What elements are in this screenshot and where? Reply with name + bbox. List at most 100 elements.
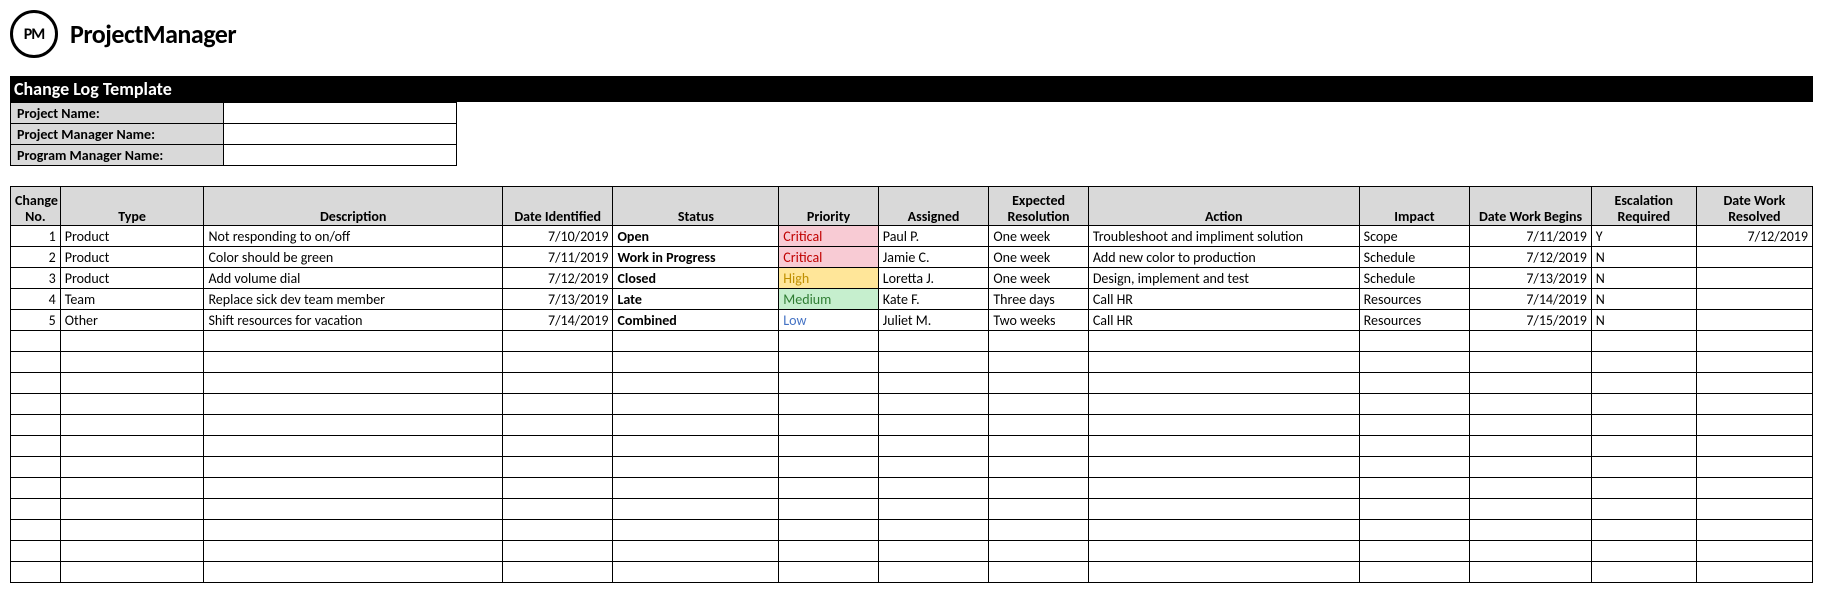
table-row[interactable]: 5OtherShift resources for vacation7/14/2… (11, 310, 1813, 331)
table-row-empty[interactable] (11, 331, 1813, 352)
cell-empty[interactable] (613, 520, 779, 541)
cell-empty[interactable] (779, 394, 878, 415)
cell-empty[interactable] (1470, 520, 1592, 541)
cell-status[interactable]: Work in Progress (613, 247, 779, 268)
cell-description[interactable]: Color should be green (204, 247, 502, 268)
cell-description[interactable]: Add volume dial (204, 268, 502, 289)
cell-empty[interactable] (989, 352, 1088, 373)
cell-type[interactable]: Team (60, 289, 204, 310)
cell-empty[interactable] (989, 457, 1088, 478)
cell-empty[interactable] (989, 331, 1088, 352)
cell-empty[interactable] (1591, 436, 1696, 457)
cell-empty[interactable] (11, 373, 61, 394)
cell-empty[interactable] (878, 457, 989, 478)
cell-no[interactable]: 2 (11, 247, 61, 268)
cell-empty[interactable] (1696, 541, 1812, 562)
cell-empty[interactable] (1591, 562, 1696, 583)
cell-empty[interactable] (1591, 394, 1696, 415)
cell-priority[interactable]: Medium (779, 289, 878, 310)
cell-description[interactable]: Not responding to on/off (204, 226, 502, 247)
cell-empty[interactable] (204, 415, 502, 436)
cell-empty[interactable] (204, 520, 502, 541)
cell-empty[interactable] (779, 478, 878, 499)
cell-empty[interactable] (613, 352, 779, 373)
table-row-empty[interactable] (11, 499, 1813, 520)
cell-empty[interactable] (989, 541, 1088, 562)
cell-empty[interactable] (1470, 436, 1592, 457)
cell-empty[interactable] (11, 331, 61, 352)
cell-empty[interactable] (878, 352, 989, 373)
cell-impact[interactable]: Resources (1359, 310, 1470, 331)
cell-date_work_begins[interactable]: 7/12/2019 (1470, 247, 1592, 268)
table-row[interactable]: 1ProductNot responding to on/off7/10/201… (11, 226, 1813, 247)
cell-empty[interactable] (1470, 478, 1592, 499)
cell-empty[interactable] (989, 373, 1088, 394)
cell-date_work_resolved[interactable] (1696, 310, 1812, 331)
cell-empty[interactable] (1088, 541, 1359, 562)
cell-empty[interactable] (502, 478, 613, 499)
cell-empty[interactable] (989, 436, 1088, 457)
cell-empty[interactable] (502, 352, 613, 373)
cell-empty[interactable] (613, 394, 779, 415)
table-row-empty[interactable] (11, 436, 1813, 457)
table-row[interactable]: 4TeamReplace sick dev team member7/13/20… (11, 289, 1813, 310)
cell-empty[interactable] (502, 331, 613, 352)
table-row-empty[interactable] (11, 352, 1813, 373)
cell-empty[interactable] (60, 478, 204, 499)
cell-action[interactable]: Troubleshoot and impliment solution (1088, 226, 1359, 247)
cell-empty[interactable] (1088, 331, 1359, 352)
meta-value[interactable] (224, 103, 457, 124)
cell-empty[interactable] (1088, 520, 1359, 541)
cell-no[interactable]: 3 (11, 268, 61, 289)
table-row-empty[interactable] (11, 562, 1813, 583)
table-row-empty[interactable] (11, 457, 1813, 478)
cell-empty[interactable] (779, 499, 878, 520)
cell-empty[interactable] (878, 415, 989, 436)
cell-empty[interactable] (1088, 436, 1359, 457)
cell-empty[interactable] (613, 415, 779, 436)
cell-expected_resolution[interactable]: Three days (989, 289, 1088, 310)
cell-empty[interactable] (878, 562, 989, 583)
cell-empty[interactable] (779, 436, 878, 457)
cell-empty[interactable] (989, 520, 1088, 541)
cell-action[interactable]: Design, implement and test (1088, 268, 1359, 289)
cell-empty[interactable] (1470, 562, 1592, 583)
cell-empty[interactable] (11, 436, 61, 457)
cell-empty[interactable] (11, 352, 61, 373)
meta-value[interactable] (224, 124, 457, 145)
cell-assigned[interactable]: Kate F. (878, 289, 989, 310)
cell-empty[interactable] (1696, 457, 1812, 478)
cell-empty[interactable] (779, 457, 878, 478)
cell-empty[interactable] (1359, 457, 1470, 478)
cell-status[interactable]: Open (613, 226, 779, 247)
cell-empty[interactable] (1359, 520, 1470, 541)
cell-empty[interactable] (613, 331, 779, 352)
cell-empty[interactable] (1591, 520, 1696, 541)
cell-empty[interactable] (1591, 415, 1696, 436)
cell-status[interactable]: Late (613, 289, 779, 310)
cell-description[interactable]: Replace sick dev team member (204, 289, 502, 310)
cell-date_work_resolved[interactable] (1696, 268, 1812, 289)
cell-empty[interactable] (502, 394, 613, 415)
cell-empty[interactable] (1696, 331, 1812, 352)
cell-empty[interactable] (1088, 394, 1359, 415)
cell-empty[interactable] (1359, 394, 1470, 415)
cell-empty[interactable] (1696, 415, 1812, 436)
cell-empty[interactable] (1591, 499, 1696, 520)
cell-empty[interactable] (60, 415, 204, 436)
cell-empty[interactable] (1696, 394, 1812, 415)
cell-escalation[interactable]: N (1591, 289, 1696, 310)
cell-empty[interactable] (1359, 373, 1470, 394)
cell-empty[interactable] (1696, 520, 1812, 541)
cell-empty[interactable] (204, 373, 502, 394)
cell-empty[interactable] (204, 541, 502, 562)
cell-empty[interactable] (1088, 457, 1359, 478)
cell-empty[interactable] (1470, 541, 1592, 562)
cell-no[interactable]: 5 (11, 310, 61, 331)
cell-empty[interactable] (11, 562, 61, 583)
cell-action[interactable]: Call HR (1088, 310, 1359, 331)
cell-assigned[interactable]: Jamie C. (878, 247, 989, 268)
cell-empty[interactable] (60, 373, 204, 394)
cell-date_identified[interactable]: 7/10/2019 (502, 226, 613, 247)
cell-empty[interactable] (11, 394, 61, 415)
